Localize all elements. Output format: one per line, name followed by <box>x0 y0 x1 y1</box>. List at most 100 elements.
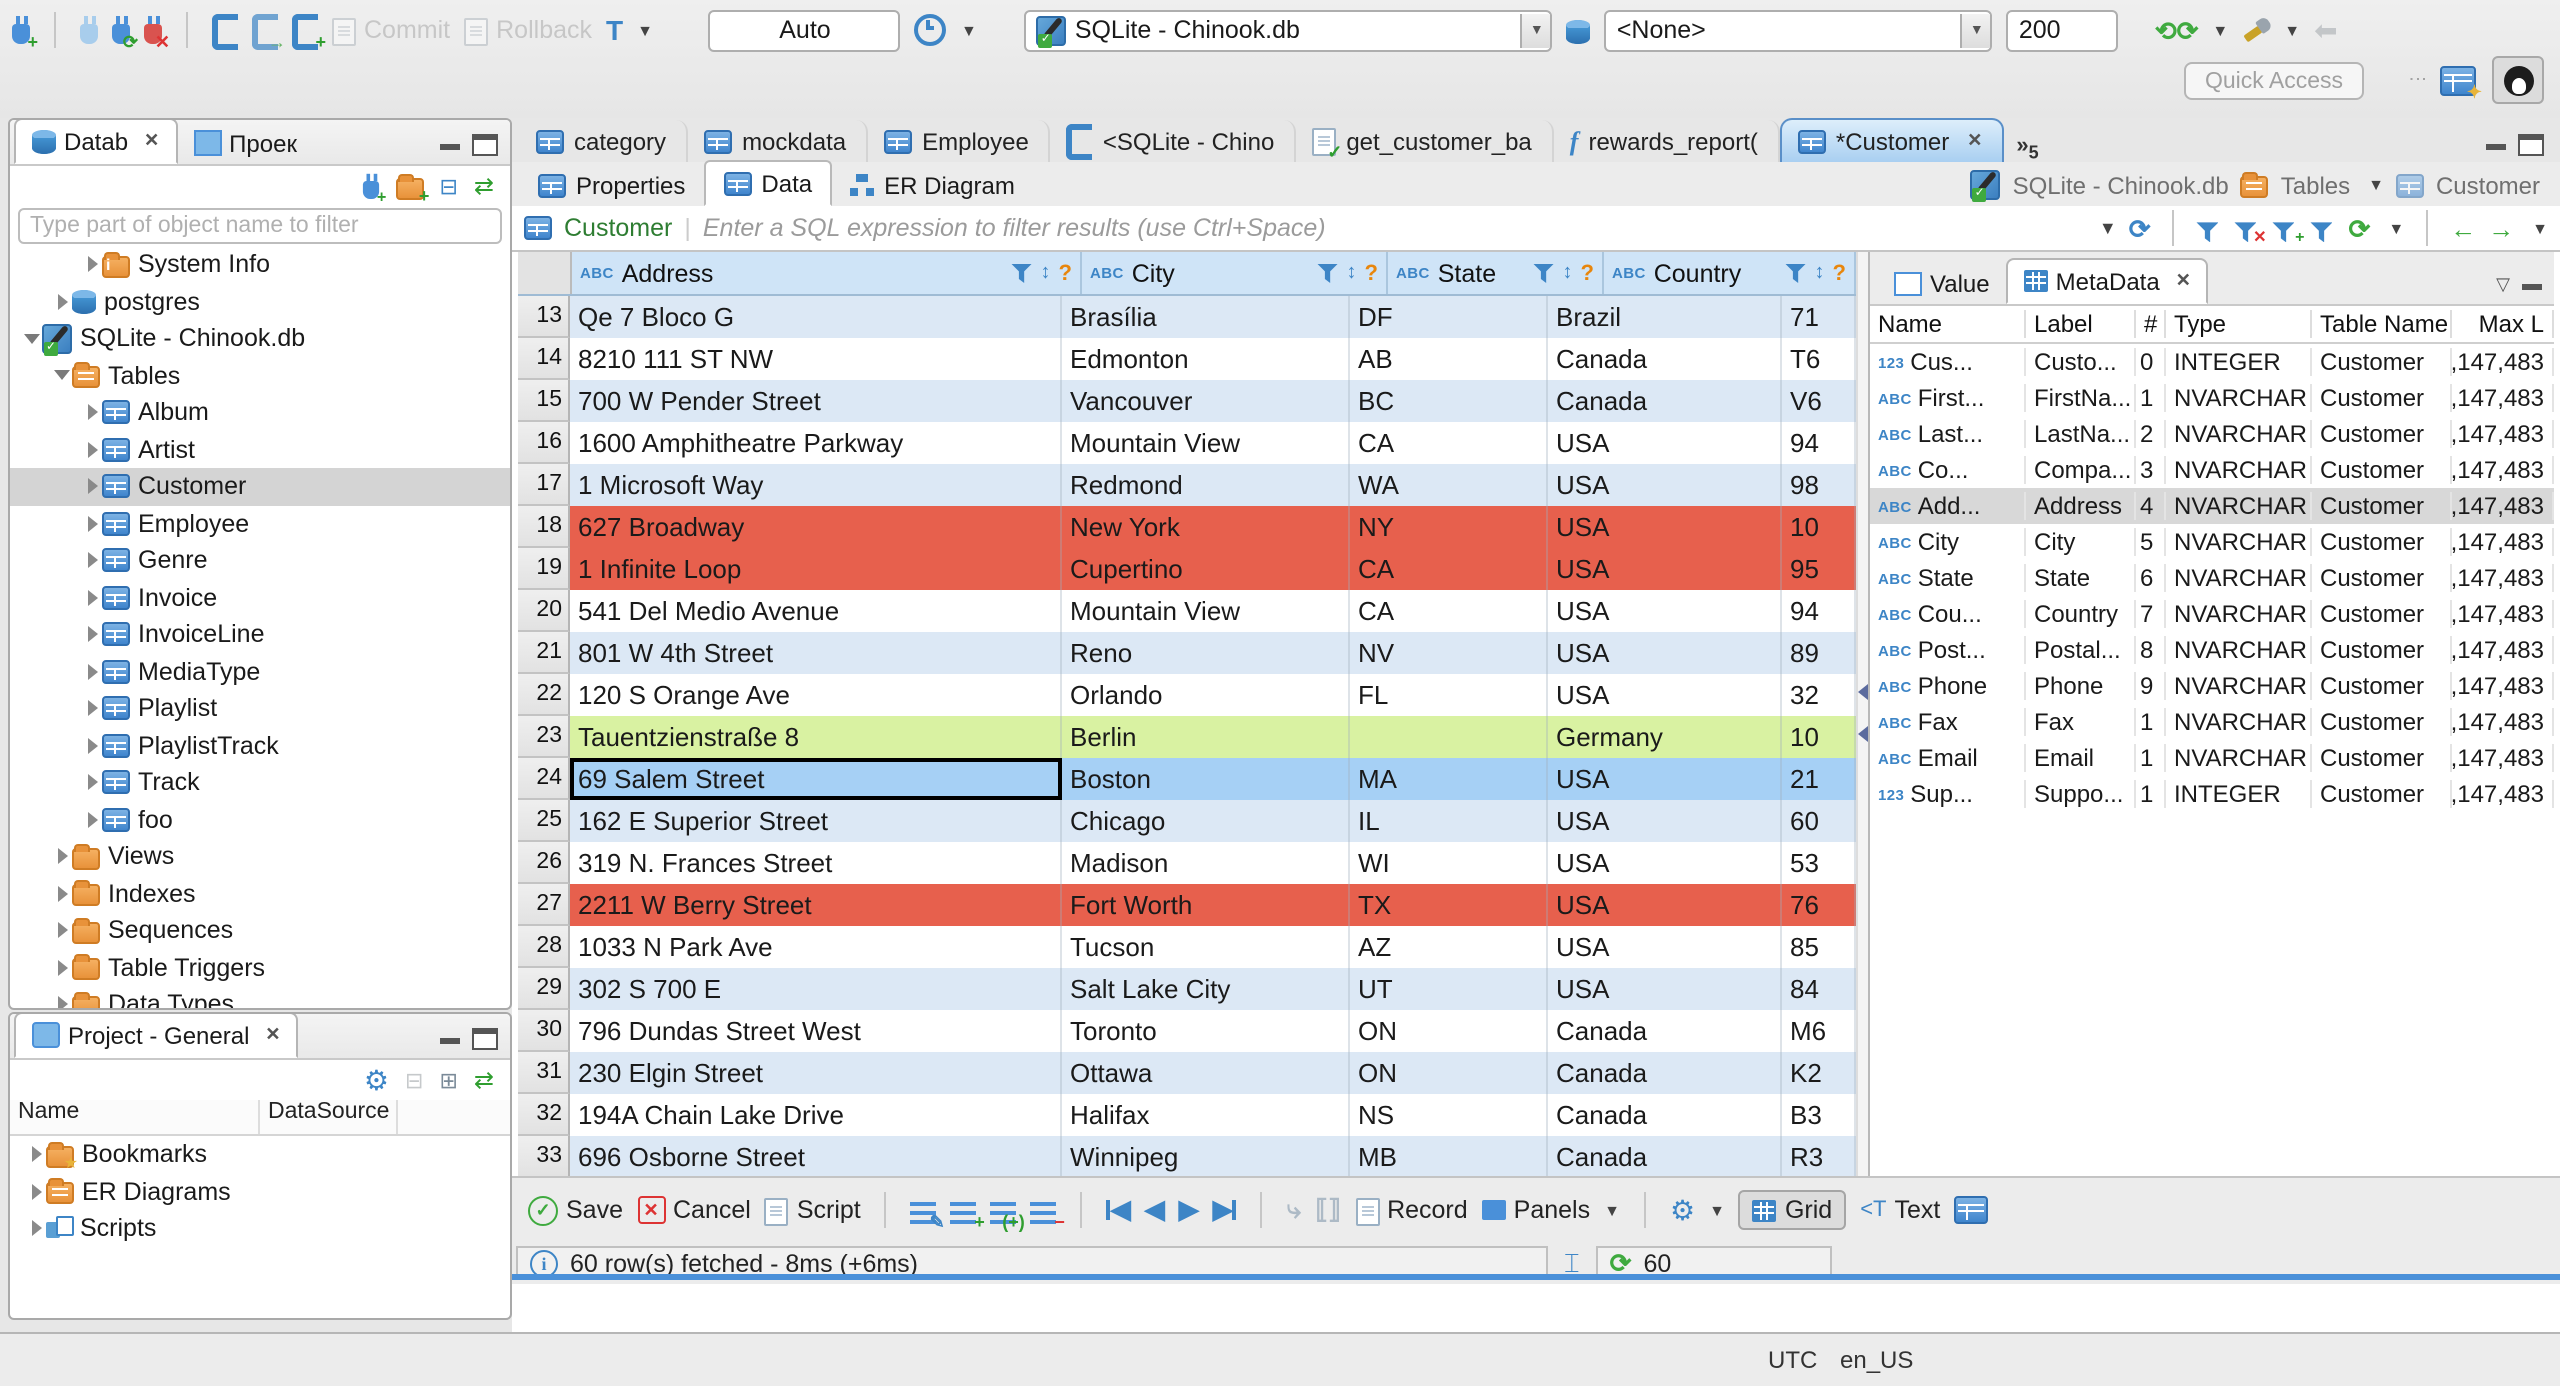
filter-funnel-icon[interactable] <box>1532 263 1555 283</box>
metadata-cell[interactable]: 4 <box>2136 492 2166 520</box>
edit-row-icon[interactable]: ✎ <box>910 1201 945 1230</box>
cell-state[interactable]: CA <box>1350 422 1548 464</box>
filter-funnel-icon[interactable] <box>1784 263 1807 283</box>
metadata-column-header--[interactable]: # <box>2136 310 2166 338</box>
tree-collapsed-arrow-icon[interactable] <box>52 922 72 939</box>
table-row[interactable]: 17 1 Microsoft Way Redmond WA USA 98 <box>518 464 1856 506</box>
metadata-cell[interactable]: Postal... <box>2026 636 2136 664</box>
row-number-cell[interactable]: 14 <box>518 338 570 380</box>
metadata-cell-name[interactable]: ABC First... <box>1870 384 2026 412</box>
tree-item-customer[interactable]: Customer <box>10 468 510 505</box>
table-row[interactable]: 16 1600 Amphitheatre Parkway Mountain View… <box>518 422 1856 464</box>
project-item-er-diagrams[interactable]: ER Diagrams <box>10 1173 510 1210</box>
metadata-row[interactable]: 123Cus...Custo...0INTEGERCustomer2,147,4… <box>1870 344 2554 380</box>
undo-icon[interactable]: ⬅ <box>2314 13 2337 47</box>
cell-city[interactable]: New York <box>1062 506 1350 548</box>
cell-city[interactable]: Mountain View <box>1062 422 1350 464</box>
cell-address[interactable]: 194A Chain Lake Drive <box>570 1094 1062 1136</box>
cell-address[interactable]: 1033 N Park Ave <box>570 926 1062 968</box>
cancel-button[interactable]: ✕ Cancel <box>637 1196 751 1224</box>
cell-postal[interactable]: 10 <box>1782 506 1856 548</box>
tree-item-sqlite-chinook-db[interactable]: SQLite - Chinook.db <box>10 320 510 357</box>
cell-country[interactable]: USA <box>1548 884 1782 926</box>
refresh-settings-button[interactable]: ⟲⟳ ▼ <box>2155 17 2228 43</box>
metadata-column-header-type[interactable]: Type <box>2166 310 2312 338</box>
metadata-cell[interactable]: Fax <box>2026 708 2136 736</box>
tree-item-views[interactable]: Views <box>10 838 510 875</box>
tree-item-playlist[interactable]: Playlist <box>10 690 510 727</box>
minimize-icon[interactable] <box>2522 284 2542 290</box>
new-connection-icon[interactable]: + <box>12 15 38 50</box>
sort-icon[interactable]: ↕ <box>1041 262 1051 284</box>
tree-collapsed-arrow-icon[interactable] <box>52 293 72 310</box>
cell-state[interactable]: DF <box>1350 296 1548 338</box>
metadata-cell[interactable]: Suppo... <box>2026 780 2136 808</box>
text-view-button[interactable]: <T Text <box>1860 1196 1940 1224</box>
cell-country[interactable]: USA <box>1548 548 1782 590</box>
transaction-log-button[interactable]: ▼ <box>914 14 977 46</box>
metadata-cell-name[interactable]: ABC State <box>1870 564 2026 592</box>
tree-collapsed-arrow-icon[interactable] <box>26 1220 46 1237</box>
cell-address[interactable]: 302 S 700 E <box>570 968 1062 1010</box>
close-icon[interactable]: ✕ <box>1967 130 1982 152</box>
metadata-cell[interactable]: NVARCHAR <box>2166 600 2312 628</box>
tree-collapsed-arrow-icon[interactable] <box>82 478 102 495</box>
metadata-cell[interactable]: NVARCHAR <box>2166 528 2312 556</box>
metadata-cell[interactable]: 6 <box>2136 564 2166 592</box>
metadata-cell[interactable]: NVARCHAR <box>2166 708 2312 736</box>
remove-filter-icon[interactable]: ✕ <box>2234 217 2267 245</box>
cell-state[interactable]: AZ <box>1350 926 1548 968</box>
cell-state[interactable]: NY <box>1350 506 1548 548</box>
cell-country[interactable]: USA <box>1548 968 1782 1010</box>
fetch-all-icon[interactable]: ⟦⟧ <box>1315 1194 1341 1226</box>
cell-address[interactable]: 120 S Orange Ave <box>570 674 1062 716</box>
metadata-cell-name[interactable]: ABC Add... <box>1870 492 2026 520</box>
maximize-icon[interactable] <box>2518 134 2544 156</box>
cell-country[interactable]: Brazil <box>1548 296 1782 338</box>
metadata-cell[interactable]: NVARCHAR <box>2166 744 2312 772</box>
metadata-cell[interactable]: Customer <box>2312 384 2452 412</box>
row-number-cell[interactable]: 18 <box>518 506 570 548</box>
metadata-cell-name[interactable]: ABC City <box>1870 528 2026 556</box>
table-row[interactable]: 29 302 S 700 E Salt Lake City UT USA 84 <box>518 968 1856 1010</box>
tree-collapsed-arrow-icon[interactable] <box>82 626 102 643</box>
cell-address[interactable]: 1 Infinite Loop <box>570 548 1062 590</box>
metadata-cell[interactable]: Customer <box>2312 636 2452 664</box>
metadata-cell[interactable]: 2,147,483 <box>2452 744 2554 772</box>
tab-properties[interactable]: Properties <box>520 164 703 206</box>
metadata-column-header-name[interactable]: Name <box>1870 310 2026 338</box>
column-header-state[interactable]: ABC State ↕? <box>1388 252 1604 294</box>
new-folder-icon[interactable]: + <box>395 173 429 204</box>
row-number-cell[interactable]: 15 <box>518 380 570 422</box>
tree-item-indexes[interactable]: Indexes <box>10 875 510 912</box>
row-number-cell[interactable]: 26 <box>518 842 570 884</box>
row-number-cell[interactable]: 23 <box>518 716 570 758</box>
metadata-cell[interactable]: Customer <box>2312 564 2452 592</box>
metadata-cell[interactable]: INTEGER <box>2166 780 2312 808</box>
tree-item-track[interactable]: Track <box>10 764 510 801</box>
tree-collapsed-arrow-icon[interactable] <box>82 515 102 532</box>
tree-collapsed-arrow-icon[interactable] <box>52 848 72 865</box>
first-row-icon[interactable]: ◀ <box>1106 1194 1131 1226</box>
cell-postal[interactable]: 10 <box>1782 716 1856 758</box>
cell-state[interactable]: AB <box>1350 338 1548 380</box>
cell-address[interactable]: 2211 W Berry Street <box>570 884 1062 926</box>
fetch-size-input[interactable]: 200 <box>2006 9 2119 51</box>
cell-country[interactable]: Canada <box>1548 1136 1782 1178</box>
table-row[interactable]: 14 8210 111 ST NW Edmonton AB Canada T6 <box>518 338 1856 380</box>
table-row[interactable]: 28 1033 N Park Ave Tucson AZ USA 85 <box>518 926 1856 968</box>
cell-address[interactable]: Qe 7 Bloco G <box>570 296 1062 338</box>
cell-address[interactable]: 541 Del Medio Avenue <box>570 590 1062 632</box>
metadata-column-header-table-name[interactable]: Table Name <box>2312 310 2452 338</box>
metadata-row[interactable]: ABCCou...Country7NVARCHARCustomer2,147,4… <box>1870 596 2554 632</box>
cell-country[interactable]: USA <box>1548 464 1782 506</box>
metadata-cell[interactable]: 2,147,483 <box>2452 636 2554 664</box>
row-number-cell[interactable]: 29 <box>518 968 570 1010</box>
database-selector-arrow[interactable]: ▼ <box>1520 13 1551 47</box>
apply-filter-icon[interactable] <box>2196 217 2223 243</box>
tree-item-employee[interactable]: Employee <box>10 505 510 542</box>
cell-postal[interactable]: K2 <box>1782 1052 1856 1094</box>
filter-expression-input[interactable]: Enter a SQL expression to filter results… <box>703 214 1326 242</box>
cell-city[interactable]: Cupertino <box>1062 548 1350 590</box>
metadata-cell[interactable]: 9 <box>2136 672 2166 700</box>
